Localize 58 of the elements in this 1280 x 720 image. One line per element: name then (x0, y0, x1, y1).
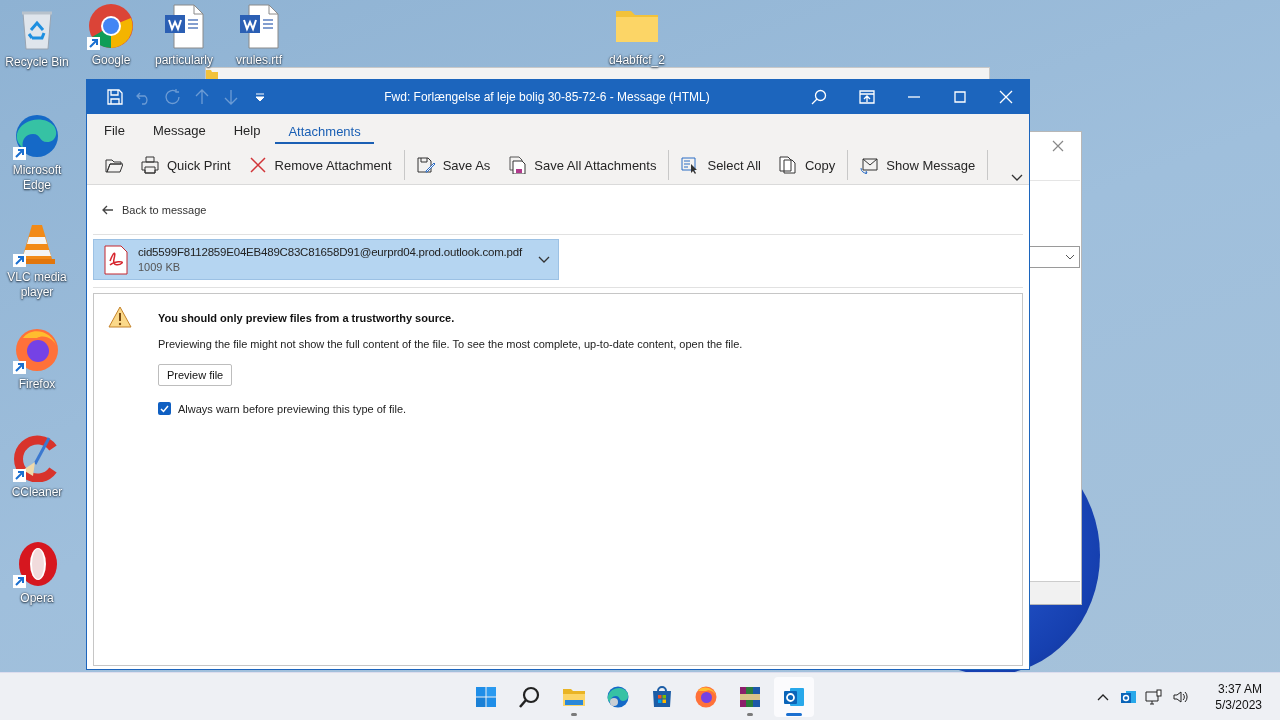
window-title: Fwd: Forlængelse af leje bolig 30-85-72-6 - Message (HTML) (383, 90, 711, 104)
chevron-down-icon[interactable] (538, 255, 550, 264)
save-icon[interactable] (106, 88, 124, 106)
browser-icon[interactable] (87, 2, 135, 50)
file-size: 1009 KB (138, 259, 182, 275)
ribbon-button[interactable]: Save As (410, 152, 497, 178)
warning-text: Previewing the file might not show the full content of the file. To see the most complete, up-to-date content, open the file. (158, 338, 744, 350)
menu-tab[interactable]: Attachments (275, 116, 374, 144)
back-link[interactable]: Back to message (122, 203, 207, 216)
mail-app-icon[interactable] (1120, 688, 1137, 705)
envelope-icon (860, 156, 879, 174)
store-bag-icon[interactable] (650, 684, 674, 709)
ribbon-button[interactable]: Show Message (854, 152, 982, 178)
clock-date[interactable]: 5/3/2023 (1215, 696, 1262, 713)
file-name: cid5599F8112859E04EB489C83C81658D91@eurprd04.prod.outlook.com.pdf (138, 244, 524, 260)
close-icon (248, 156, 267, 174)
warning-heading: You should only preview files from a trustworthy source. (158, 312, 456, 324)
printer-icon (141, 156, 159, 174)
up-arrow-icon (193, 88, 211, 106)
save-as-icon (416, 156, 435, 174)
start-icon[interactable] (474, 684, 498, 709)
ribbon-display-icon[interactable] (859, 90, 875, 104)
open-folder-icon[interactable] (105, 156, 123, 174)
ribbon-button[interactable]: Save All Attachments (502, 152, 663, 178)
redo-icon (164, 88, 182, 106)
browser-icon[interactable] (606, 684, 630, 709)
menu-tab[interactable]: File (91, 115, 138, 145)
attachment-chip[interactable]: cid5599F8112859E04EB489C83C81658D91@eurprd04.prod.outlook.com.pdf 1009 KB (93, 239, 559, 280)
checkbox[interactable] (158, 402, 171, 415)
ribbon-button[interactable]: Quick Print (135, 152, 237, 178)
chevron-down-icon (1065, 253, 1075, 261)
down-arrow-icon (222, 88, 240, 106)
menu-tab[interactable]: Message (139, 115, 219, 145)
warning-icon (108, 306, 132, 328)
save-all-icon (508, 156, 527, 174)
preview-file-button[interactable]: Preview file (158, 364, 233, 386)
status-bar (1030, 581, 1080, 604)
pdf-file-icon (102, 244, 130, 275)
back-arrow-icon[interactable] (102, 204, 114, 215)
ribbon-button[interactable]: Copy (772, 152, 842, 178)
checkbox-label: Always warn before previewing this type of file. (178, 402, 407, 415)
maximize-icon[interactable] (953, 90, 967, 104)
browser-icon[interactable] (694, 684, 718, 709)
browser-icon[interactable] (13, 326, 61, 374)
clock-time[interactable]: 3:37 AM (1217, 680, 1262, 697)
copy-icon (778, 156, 797, 174)
chevron-down-icon[interactable] (1011, 174, 1023, 182)
ribbon-button[interactable]: Select All (675, 152, 767, 178)
close-icon[interactable] (1052, 140, 1064, 152)
network-icon[interactable] (1145, 688, 1164, 705)
browser-icon[interactable] (13, 112, 61, 160)
books-icon[interactable] (738, 684, 762, 709)
select-all-icon (681, 156, 700, 174)
menu-tab[interactable]: Help (220, 115, 274, 145)
search-icon[interactable] (518, 684, 542, 709)
dropdown-field[interactable] (1030, 246, 1080, 268)
ribbon-button[interactable]: Remove Attachment (242, 152, 398, 178)
volume-icon[interactable] (1172, 688, 1191, 705)
